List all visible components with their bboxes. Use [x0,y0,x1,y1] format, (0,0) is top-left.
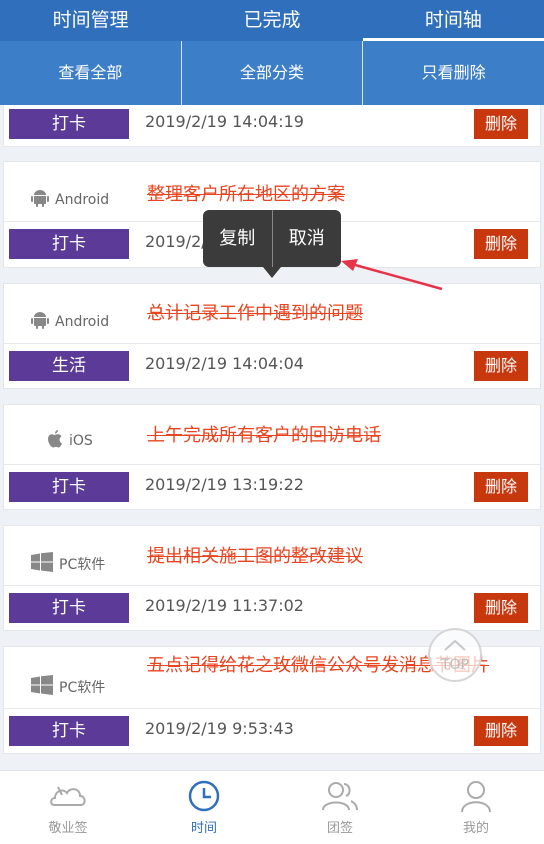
timeline-card: Android 总计记录工作中遇到的问题 生活 2019/2/19 14:04:… [3,283,541,389]
cloud-icon [50,786,86,806]
windows-icon [30,552,59,576]
platform-name: PC软件 [59,557,106,573]
delete-button[interactable]: 删除 [474,472,528,502]
timeline-card: 打卡 2019/2/19 14:04:19 删除 [3,105,541,147]
task-text[interactable]: 总计记录工作中遇到的问题 [147,302,522,326]
person-icon [461,781,491,813]
filter-deleted-only[interactable]: 只看删除 [362,41,544,105]
delete-button[interactable]: 删除 [474,109,528,139]
timestamp: 2019/2/19 13:19:22 [145,475,304,494]
platform-name: PC软件 [59,680,106,696]
timestamp: 2019/2/19 14:04:04 [145,354,304,373]
nav-label: 敬业签 [48,821,88,836]
android-icon [30,188,55,212]
nav-label: 时间 [190,821,217,836]
platform-name: Android [55,314,110,330]
delete-button[interactable]: 删除 [474,229,528,259]
windows-icon [30,675,59,699]
category-tag: 打卡 [9,472,129,502]
task-text[interactable]: 上午完成所有客户的回访电话 [147,424,522,448]
category-tag: 打卡 [9,716,129,746]
nav-label: 团签 [326,821,353,836]
platform-name: iOS [69,433,93,449]
category-tag: 打卡 [9,593,129,623]
card-content: Android 总计记录工作中遇到的问题 [4,284,540,344]
delete-button[interactable]: 删除 [474,351,528,381]
task-text[interactable]: 提出相关施工图的整改建议 [147,545,522,569]
group-icon [322,782,358,811]
card-footer: 生活 2019/2/19 14:04:04 删除 [4,344,540,390]
nav-item-jingyeqian[interactable]: 敬业签 [0,771,136,844]
back-to-top-label: TOP [440,657,469,673]
timeline-card: PC软件 提出相关施工图的整改建议 打卡 2019/2/19 11:37:02 … [3,525,541,631]
popup-pointer [263,267,281,278]
nav-label: 我的 [462,821,489,836]
apple-icon [46,429,69,453]
filter-bar: 查看全部 全部分类 只看删除 [0,41,544,105]
platform-label: iOS [46,429,93,453]
card-footer: 打卡 2019/2/19 11:37:02 删除 [4,586,540,632]
platform-name: Android [55,192,110,208]
nav-item-time[interactable]: 时间 [136,771,272,844]
category-tag: 打卡 [9,109,129,139]
back-to-top-button[interactable]: TOP [428,628,482,682]
card-footer: 打卡 2019/2/19 13:19:22 删除 [4,465,540,511]
nav-item-mine[interactable]: 我的 [408,771,544,844]
task-text[interactable]: 整理客户所在地区的方案 [147,183,522,207]
timestamp: 2019/2/19 9:53:43 [145,719,294,738]
clock-icon [188,780,220,812]
timeline-card: iOS 上午完成所有客户的回访电话 打卡 2019/2/19 13:19:22 … [3,404,541,510]
delete-button[interactable]: 删除 [474,716,528,746]
timestamp: 2019/2/19 14:04:19 [145,112,304,131]
annotation-arrow-icon [341,259,443,291]
copy-button[interactable]: 复制 [203,210,272,267]
tab-time-management[interactable]: 时间管理 [0,0,181,41]
card-content: iOS 上午完成所有客户的回访电话 [4,405,540,465]
cancel-button[interactable]: 取消 [273,210,342,267]
card-content: PC软件 提出相关施工图的整改建议 [4,526,540,586]
timestamp: 2019/2/19 11:37:02 [145,596,304,615]
platform-label: Android [30,188,109,212]
tab-completed[interactable]: 已完成 [181,0,362,41]
platform-label: Android [30,310,109,334]
card-footer: 打卡 2019/2/19 9:53:43 删除 [4,709,540,755]
nav-item-team[interactable]: 团签 [272,771,408,844]
platform-label: PC软件 [30,675,105,699]
category-tag: 生活 [9,351,129,381]
chevron-up-icon [444,639,466,651]
filter-all-categories[interactable]: 全部分类 [180,41,363,105]
card-footer: 打卡 2019/2/19 14:04:19 删除 [4,105,540,148]
android-icon [30,310,55,334]
bottom-nav: 敬业签 时间 团签 我的 [0,770,544,844]
category-tag: 打卡 [9,229,129,259]
filter-view-all[interactable]: 查看全部 [0,41,181,105]
tab-timeline[interactable]: 时间轴 [362,0,544,41]
top-tab-bar: 时间管理 已完成 时间轴 [0,0,544,41]
platform-label: PC软件 [30,552,105,576]
delete-button[interactable]: 删除 [474,593,528,623]
context-popup: 复制 取消 [203,210,342,278]
